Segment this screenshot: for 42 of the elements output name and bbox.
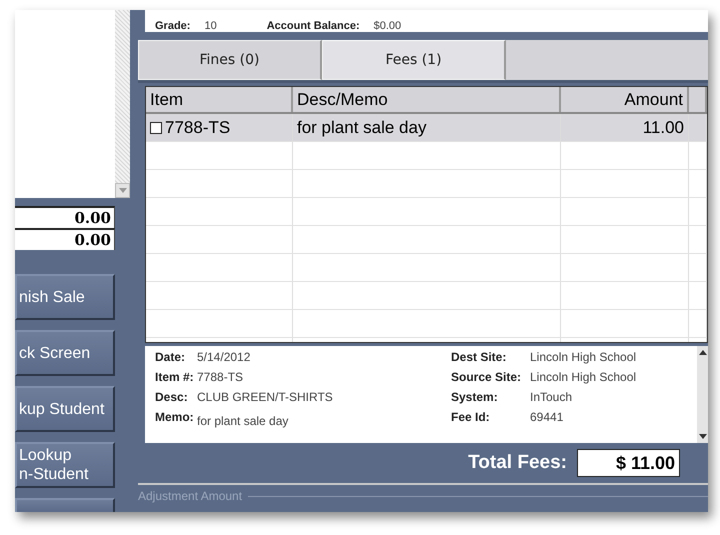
- total-field: $ 11.00: [577, 449, 680, 477]
- checkbox[interactable]: [150, 122, 162, 134]
- group-legend: Adjustment Amount: [138, 489, 242, 503]
- amount-field: 0.00: [15, 206, 115, 228]
- detail-label: Desc:: [155, 390, 189, 406]
- action-button[interactable]: kup Student: [15, 386, 115, 432]
- action-button[interactable]: ck Screen: [15, 330, 115, 376]
- detail-label: Memo:: [155, 410, 195, 426]
- column-header[interactable]: Item: [146, 87, 293, 112]
- detail-label: Source Site:: [451, 370, 522, 386]
- table-cell: 7788-TS: [165, 118, 230, 138]
- detail-label: Fee Id:: [451, 410, 491, 426]
- detail-value: for plant sale day: [197, 413, 288, 430]
- scroll-up-arrow-icon[interactable]: [698, 350, 706, 355]
- field-value: 10: [204, 20, 218, 32]
- scroll-down-arrow-icon[interactable]: [698, 434, 706, 439]
- detail-value: 5/14/2012: [197, 350, 250, 366]
- detail-label: System:: [451, 390, 499, 406]
- scrollbar[interactable]: [697, 346, 708, 443]
- tab[interactable]: Fees (1): [322, 40, 506, 80]
- field-label: Account Balance:: [266, 20, 360, 32]
- amount-field: 0.00: [15, 228, 115, 250]
- detail-value: 7788-TS: [197, 370, 244, 386]
- action-button[interactable]: Lookup n-Student: [15, 442, 115, 488]
- detail-value: Lincoln High School: [530, 350, 636, 366]
- field-value: $0.00: [374, 20, 402, 32]
- table-row[interactable]: 7788-TS for plant sale day 11.00: [146, 114, 707, 142]
- tab[interactable]: Fines (0): [138, 40, 322, 80]
- column-header[interactable]: Desc/Memo: [293, 87, 561, 112]
- column-header[interactable]: Amount: [561, 87, 689, 112]
- detail-label: Dest Site:: [451, 350, 508, 366]
- table-cell: 11.00: [561, 114, 689, 141]
- detail-value: InTouch: [530, 390, 572, 406]
- total-label: Total Fees:: [468, 452, 567, 474]
- detail-label: Date:: [155, 350, 186, 366]
- table-cell: for plant sale day: [293, 114, 561, 141]
- detail-label: Item #:: [155, 370, 195, 386]
- detail-value: 69441: [530, 410, 564, 426]
- field-label: Grade:: [155, 20, 190, 32]
- detail-value: CLUB GREEN/T-SHIRTS: [197, 390, 333, 406]
- action-button[interactable]: nish Sale: [15, 274, 115, 320]
- detail-value: Lincoln High School: [530, 370, 636, 386]
